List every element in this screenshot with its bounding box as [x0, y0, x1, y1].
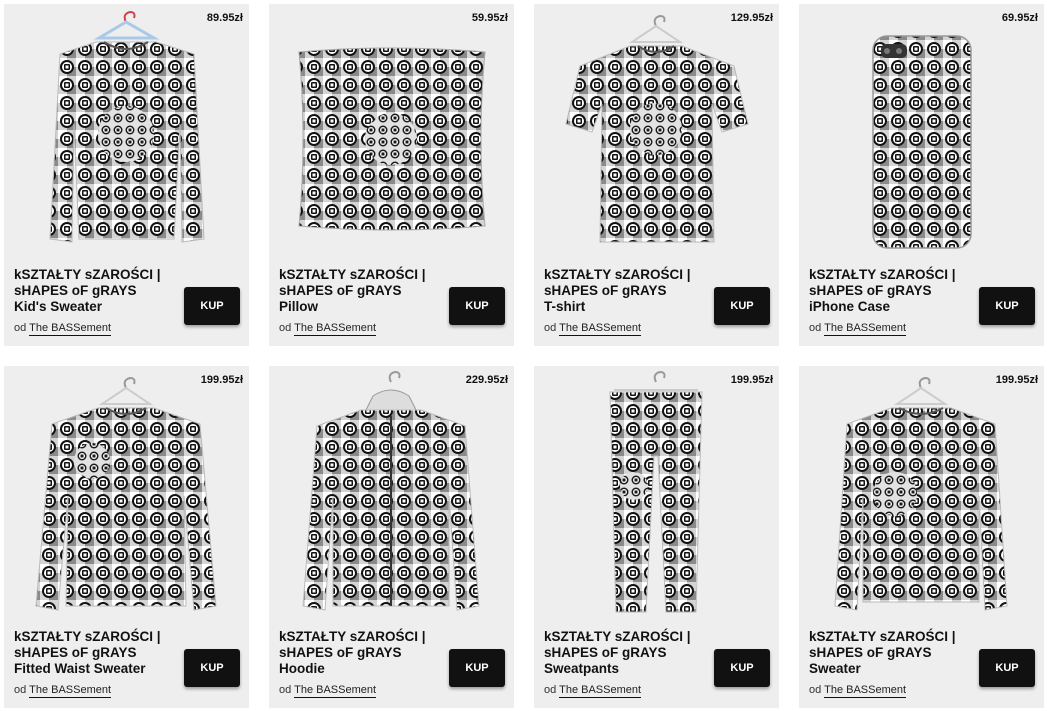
seller-byline: od The BASSement	[544, 684, 642, 698]
seller-byline: od The BASSement	[279, 322, 377, 336]
title-line: sHAPES oF gRAYS	[809, 283, 932, 298]
title-line: kSZTAŁTY sZAROŚCI |	[279, 629, 426, 644]
product-title[interactable]: kSZTAŁTY sZAROŚCI | sHAPES oF gRAYS Swea…	[809, 629, 971, 677]
title-line: sHAPES oF gRAYS	[14, 645, 137, 660]
product-title[interactable]: kSZTAŁTY sZAROŚCI | sHAPES oF gRAYS Pill…	[279, 267, 441, 315]
pillow-icon[interactable]	[269, 4, 514, 262]
byline-prefix: od	[279, 684, 292, 696]
product-card[interactable]: 59.95zł kSZTAŁTY sZAROŚCI | sHAPES oF gR…	[269, 4, 514, 346]
byline-prefix: od	[14, 322, 27, 334]
title-line: kSZTAŁTY sZAROŚCI |	[544, 267, 691, 282]
title-line: sHAPES oF gRAYS	[544, 645, 667, 660]
product-card[interactable]: 199.95zł kSZTAŁTY sZAROŚCI | sHAPES oF g…	[534, 366, 779, 708]
title-line: sHAPES oF gRAYS	[279, 283, 402, 298]
seller-link[interactable]: The BASSement	[29, 322, 112, 336]
product-type: Fitted Waist Sweater	[14, 661, 146, 676]
sweatpants-icon[interactable]	[534, 366, 779, 624]
price-label: 199.95zł	[200, 374, 243, 386]
buy-button[interactable]: KUP	[714, 649, 770, 687]
title-line: sHAPES oF gRAYS	[809, 645, 932, 660]
product-title[interactable]: kSZTAŁTY sZAROŚCI | sHAPES oF gRAYS Hood…	[279, 629, 441, 677]
title-line: sHAPES oF gRAYS	[14, 283, 137, 298]
buy-button[interactable]: KUP	[449, 649, 505, 687]
byline-prefix: od	[544, 322, 557, 334]
seller-link[interactable]: The BASSement	[29, 684, 112, 698]
buy-button[interactable]: KUP	[449, 287, 505, 325]
product-type: iPhone Case	[809, 299, 891, 314]
product-type: Kid's Sweater	[14, 299, 102, 314]
seller-byline: od The BASSement	[809, 322, 907, 336]
sweater-icon[interactable]	[799, 366, 1044, 624]
buy-button[interactable]: KUP	[979, 287, 1035, 325]
title-line: sHAPES oF gRAYS	[544, 283, 667, 298]
product-type: Pillow	[279, 299, 319, 314]
product-title[interactable]: kSZTAŁTY sZAROŚCI | sHAPES oF gRAYS iPho…	[809, 267, 971, 315]
hoodie-icon[interactable]	[269, 366, 514, 624]
title-line: kSZTAŁTY sZAROŚCI |	[809, 629, 956, 644]
product-title[interactable]: kSZTAŁTY sZAROŚCI | sHAPES oF gRAYS Swea…	[544, 629, 706, 677]
price-label: 199.95zł	[995, 374, 1038, 386]
phone-case-icon[interactable]	[799, 4, 1044, 262]
seller-link[interactable]: The BASSement	[824, 322, 907, 336]
byline-prefix: od	[809, 322, 822, 334]
title-line: kSZTAŁTY sZAROŚCI |	[14, 267, 161, 282]
price-label: 59.95zł	[471, 12, 508, 24]
seller-byline: od The BASSement	[279, 684, 377, 698]
title-line: kSZTAŁTY sZAROŚCI |	[14, 629, 161, 644]
seller-link[interactable]: The BASSement	[824, 684, 907, 698]
buy-button[interactable]: KUP	[184, 649, 240, 687]
product-title[interactable]: kSZTAŁTY sZAROŚCI | sHAPES oF gRAYS Fitt…	[14, 629, 176, 677]
seller-link[interactable]: The BASSement	[559, 684, 642, 698]
byline-prefix: od	[544, 684, 557, 696]
fitted-sweater-icon[interactable]	[4, 366, 249, 624]
product-card[interactable]: 89.95zł kSZTAŁTY sZAROŚCI | sHAPES oF gR…	[4, 4, 249, 346]
product-card[interactable]: 129.95zł kSZTAŁTY sZAROŚCI | sHAPES oF g…	[534, 4, 779, 346]
product-type: T-shirt	[544, 299, 586, 314]
product-type: Sweater	[809, 661, 861, 676]
title-line: kSZTAŁTY sZAROŚCI |	[279, 267, 426, 282]
byline-prefix: od	[809, 684, 822, 696]
price-label: 229.95zł	[465, 374, 508, 386]
buy-button[interactable]: KUP	[714, 287, 770, 325]
seller-byline: od The BASSement	[14, 322, 112, 336]
seller-byline: od The BASSement	[14, 684, 112, 698]
kids-sweater-icon[interactable]	[4, 4, 249, 262]
seller-byline: od The BASSement	[544, 322, 642, 336]
title-line: kSZTAŁTY sZAROŚCI |	[544, 629, 691, 644]
seller-link[interactable]: The BASSement	[294, 684, 377, 698]
product-card[interactable]: 199.95zł kSZTAŁTY sZAROŚCI | sHAPES oF g…	[4, 366, 249, 708]
price-label: 129.95zł	[730, 12, 773, 24]
title-line: sHAPES oF gRAYS	[279, 645, 402, 660]
buy-button[interactable]: KUP	[184, 287, 240, 325]
t-shirt-icon[interactable]	[534, 4, 779, 262]
seller-link[interactable]: The BASSement	[559, 322, 642, 336]
seller-byline: od The BASSement	[809, 684, 907, 698]
product-card[interactable]: 199.95zł kSZTAŁTY sZAROŚCI | sHAPES oF g…	[799, 366, 1044, 708]
product-title[interactable]: kSZTAŁTY sZAROŚCI | sHAPES oF gRAYS Kid'…	[14, 267, 176, 315]
buy-button[interactable]: KUP	[979, 649, 1035, 687]
product-type: Sweatpants	[544, 661, 620, 676]
title-line: kSZTAŁTY sZAROŚCI |	[809, 267, 956, 282]
product-card[interactable]: 229.95zł kSZTAŁTY sZAROŚCI | sHAPES oF g…	[269, 366, 514, 708]
byline-prefix: od	[279, 322, 292, 334]
product-type: Hoodie	[279, 661, 325, 676]
price-label: 199.95zł	[730, 374, 773, 386]
price-label: 89.95zł	[206, 12, 243, 24]
product-card[interactable]: 69.95zł kSZTAŁTY sZAROŚCI | sHAPES oF gR…	[799, 4, 1044, 346]
byline-prefix: od	[14, 684, 27, 696]
product-grid: 89.95zł kSZTAŁTY sZAROŚCI | sHAPES oF gR…	[0, 0, 1047, 711]
seller-link[interactable]: The BASSement	[294, 322, 377, 336]
price-label: 69.95zł	[1001, 12, 1038, 24]
product-title[interactable]: kSZTAŁTY sZAROŚCI | sHAPES oF gRAYS T-sh…	[544, 267, 706, 315]
